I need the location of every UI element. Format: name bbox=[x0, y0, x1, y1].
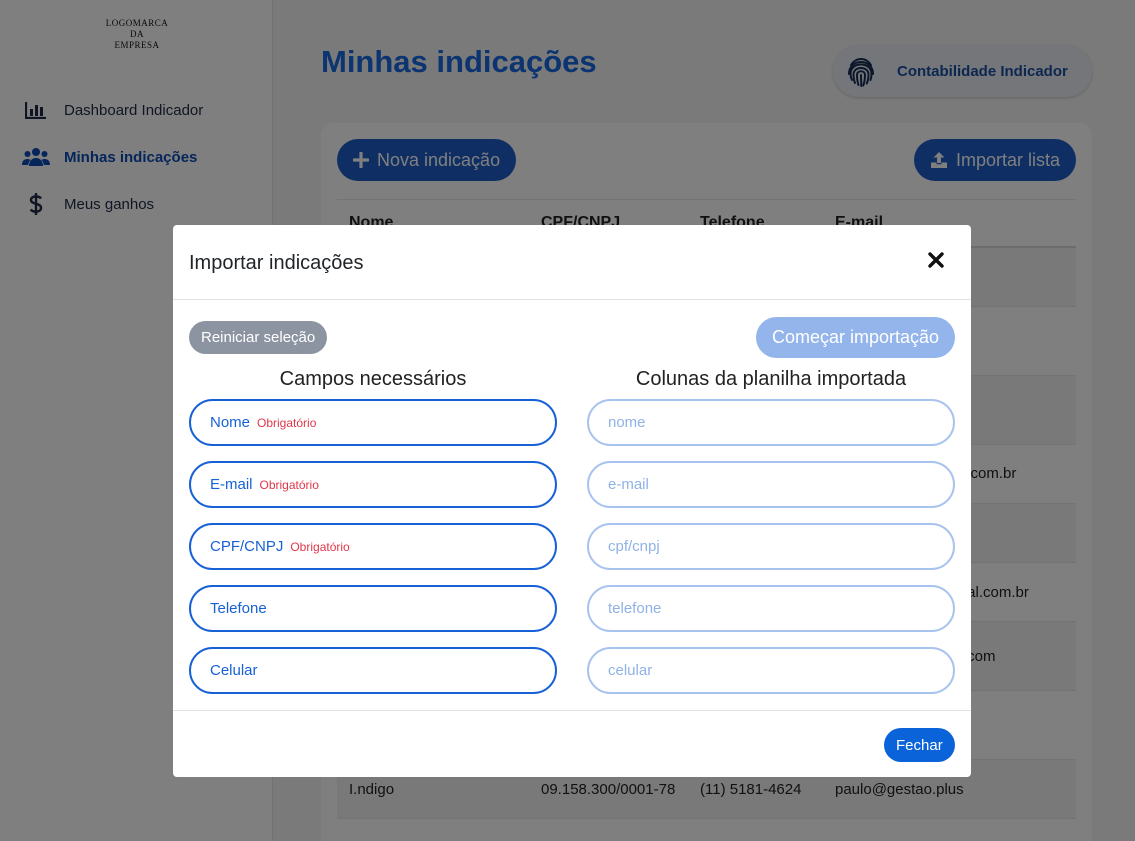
modal-footer: Fechar bbox=[173, 710, 971, 777]
start-import-button[interactable]: Começar importação bbox=[756, 317, 955, 358]
field-label: Telefone bbox=[210, 600, 267, 617]
modal-title: Importar indicações bbox=[189, 252, 364, 274]
column-input-telefone[interactable] bbox=[587, 585, 955, 632]
field-cpf-cnpj[interactable]: CPF/CNPJ Obrigatório bbox=[189, 523, 557, 570]
modal-header: Importar indicações bbox=[173, 225, 971, 300]
field-label: Celular bbox=[210, 662, 258, 679]
column-input-cpf-cnpj[interactable] bbox=[587, 523, 955, 570]
spreadsheet-columns-title: Colunas da planilha importada bbox=[635, 368, 907, 390]
field-label: Nome bbox=[210, 414, 251, 431]
field-email[interactable]: E-mail Obrigatório bbox=[189, 461, 557, 508]
column-input-email[interactable] bbox=[587, 461, 955, 508]
field-label: E-mail bbox=[210, 476, 253, 493]
field-label: CPF/CNPJ bbox=[210, 538, 284, 555]
field-celular[interactable]: Celular bbox=[189, 647, 557, 694]
column-input-nome[interactable] bbox=[587, 399, 955, 446]
field-telefone[interactable]: Telefone bbox=[189, 585, 557, 632]
reset-selection-button[interactable]: Reiniciar seleção bbox=[189, 321, 328, 354]
required-badge: Obrigatório bbox=[290, 539, 350, 554]
required-badge: Obrigatório bbox=[257, 415, 317, 430]
import-modal: Importar indicações Reiniciar seleção Co… bbox=[173, 225, 971, 777]
close-button[interactable]: Fechar bbox=[884, 728, 955, 762]
close-icon[interactable] bbox=[925, 249, 947, 271]
required-fields-title: Campos necessários bbox=[279, 368, 467, 390]
field-nome[interactable]: Nome Obrigatório bbox=[189, 399, 557, 446]
column-input-celular[interactable] bbox=[587, 647, 955, 694]
required-badge: Obrigatório bbox=[259, 477, 319, 492]
